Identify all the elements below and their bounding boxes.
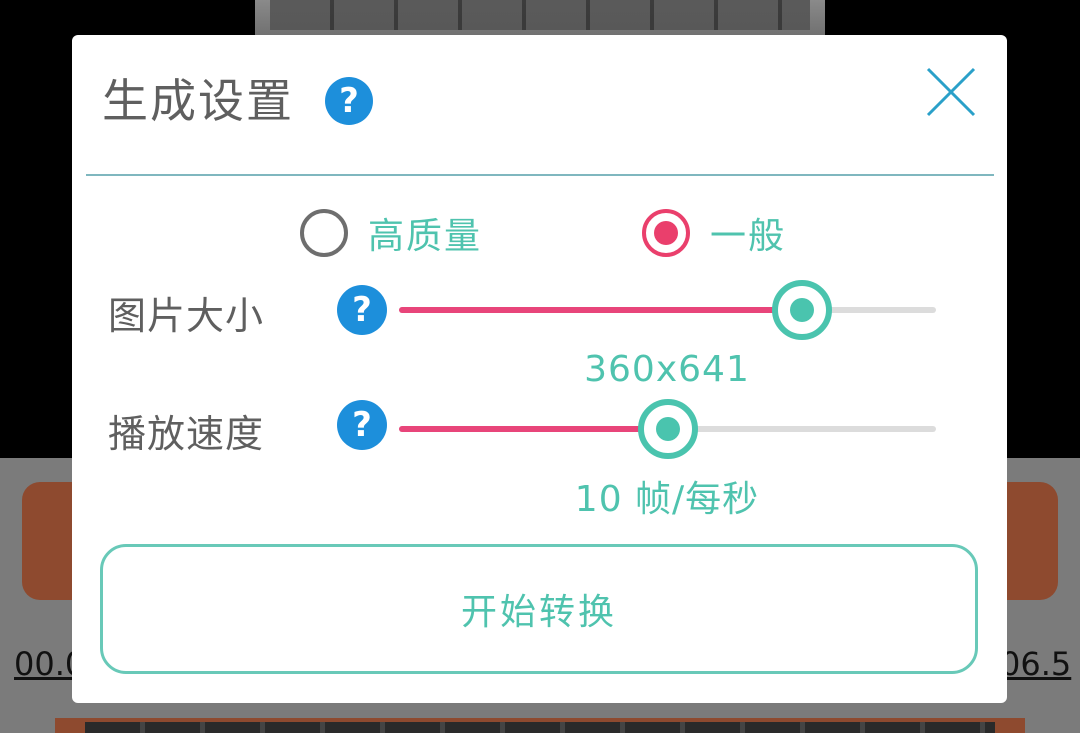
help-icon[interactable]: ? bbox=[325, 77, 373, 125]
image-size-value: 360x641 bbox=[584, 349, 750, 390]
radio-normal-quality[interactable]: 一般 bbox=[642, 207, 786, 259]
background-frames-strip bbox=[85, 722, 995, 733]
title-divider bbox=[86, 174, 994, 176]
image-size-label: 图片大小 bbox=[108, 294, 265, 338]
playback-speed-slider-fill bbox=[399, 426, 668, 432]
radio-high-quality-label: 高质量 bbox=[368, 216, 483, 257]
radio-high-quality-circle bbox=[300, 209, 348, 257]
start-convert-button[interactable]: 开始转换 bbox=[100, 544, 978, 674]
background-keyboard-image bbox=[270, 0, 810, 30]
playback-speed-help-icon[interactable]: ? bbox=[337, 400, 387, 450]
dialog-title: 生成设置 bbox=[102, 74, 294, 128]
image-size-slider[interactable] bbox=[399, 280, 936, 340]
background-end-time: 06.5 bbox=[1000, 645, 1072, 683]
close-icon[interactable] bbox=[924, 65, 978, 119]
image-size-slider-fill bbox=[399, 307, 802, 313]
image-size-slider-thumb[interactable] bbox=[771, 280, 832, 340]
generate-settings-dialog: 生成设置 ? 高质量 一般 图片大小 ? 360x641 播放速度 ? 10 帧… bbox=[72, 35, 1007, 703]
playback-speed-value: 10 帧/每秒 bbox=[574, 479, 760, 520]
radio-high-quality[interactable]: 高质量 bbox=[300, 207, 482, 259]
playback-speed-slider-thumb[interactable] bbox=[637, 399, 698, 459]
playback-speed-label: 播放速度 bbox=[108, 412, 265, 456]
image-size-help-icon[interactable]: ? bbox=[337, 285, 387, 335]
radio-normal-quality-circle bbox=[642, 209, 690, 257]
radio-normal-quality-label: 一般 bbox=[710, 216, 787, 257]
playback-speed-slider[interactable] bbox=[399, 399, 936, 459]
